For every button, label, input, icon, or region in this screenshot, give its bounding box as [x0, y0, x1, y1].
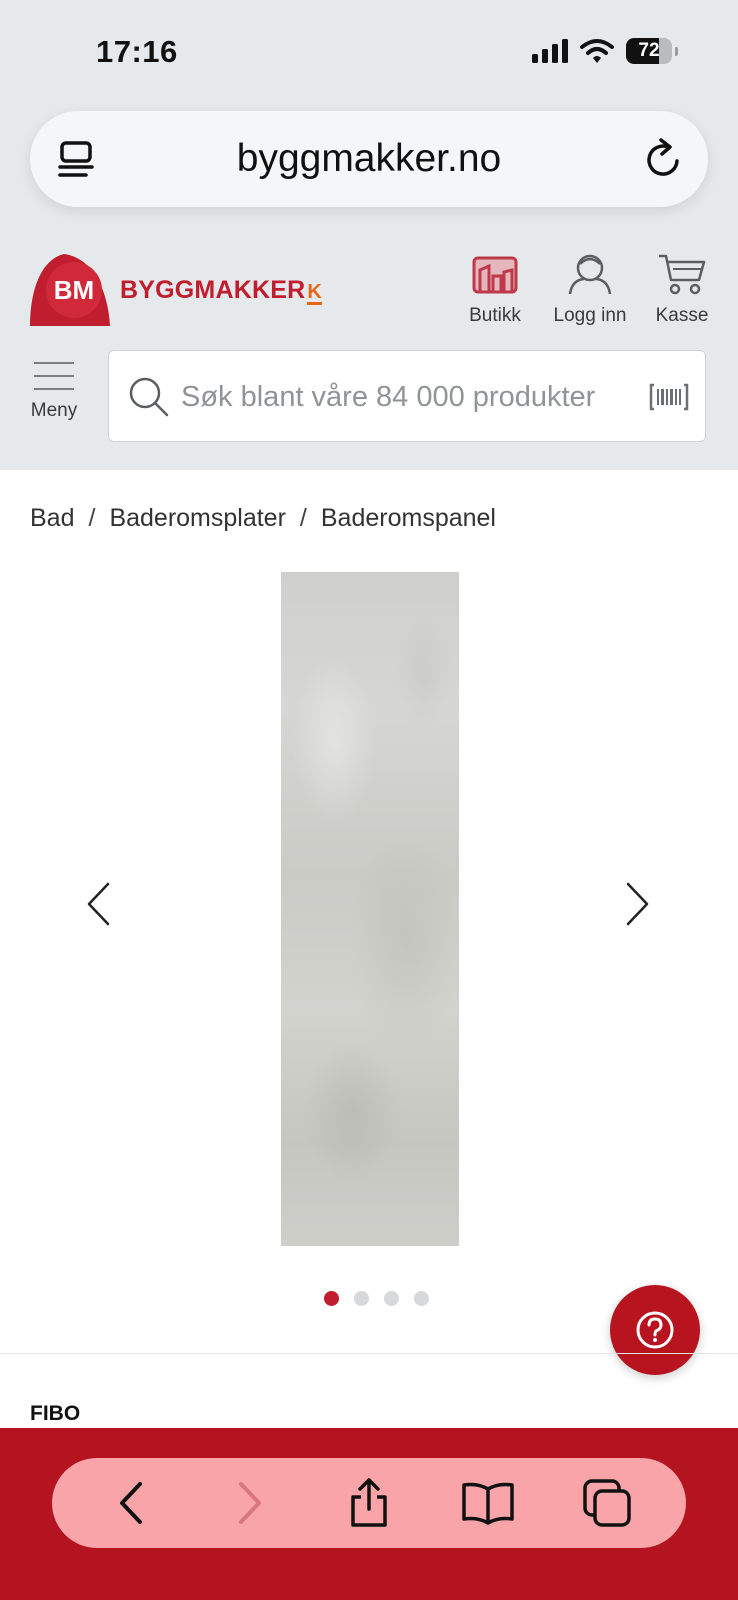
help-button[interactable] — [610, 1285, 700, 1375]
cart-icon — [659, 254, 706, 295]
logo-badge-text: BM — [54, 275, 94, 305]
reload-icon[interactable] — [644, 137, 684, 181]
cart-label: Kasse — [655, 305, 709, 326]
url-text[interactable]: byggmakker.no — [30, 137, 708, 181]
breadcrumb-item-baderomsplater[interactable]: Baderomsplater — [109, 504, 285, 533]
browser-toolbar-pill — [52, 1458, 686, 1548]
forward-button[interactable] — [215, 1468, 285, 1538]
breadcrumb-item-bad[interactable]: Bad — [30, 504, 74, 533]
status-icons: 72 — [532, 38, 678, 64]
forward-icon — [239, 1482, 262, 1524]
store-button[interactable]: Butikk — [450, 252, 540, 327]
breadcrumb-separator: / — [299, 504, 307, 532]
help-icon — [636, 1311, 674, 1349]
search-input[interactable]: Søk blant våre 84 000 produkter — [108, 350, 706, 442]
gallery-dot[interactable] — [414, 1291, 429, 1306]
byggmakker-logo[interactable]: BM BYGGMAKKER K — [28, 252, 322, 328]
menu-button[interactable]: Meny — [28, 362, 80, 422]
breadcrumb-separator: / — [88, 504, 96, 532]
store-label: Butikk — [469, 305, 521, 326]
section-divider — [0, 1353, 738, 1354]
product-image[interactable] — [281, 572, 459, 1246]
gallery-next-icon[interactable] — [624, 882, 650, 926]
book-icon — [462, 1482, 514, 1525]
logo-suffix: K — [307, 280, 322, 305]
gallery-dots — [324, 1291, 429, 1306]
tabs-icon — [582, 1479, 631, 1527]
product-brand[interactable]: FIBO — [30, 1402, 80, 1426]
login-label: Logg inn — [553, 305, 627, 326]
breadcrumb-item-baderomspanel[interactable]: Baderomspanel — [321, 504, 496, 533]
cart-button[interactable]: Kasse — [637, 252, 727, 327]
hamburger-icon — [28, 362, 80, 390]
browser-toolbar — [0, 1428, 738, 1600]
gallery-dot[interactable] — [384, 1291, 399, 1306]
search-icon — [129, 377, 169, 417]
back-button[interactable] — [96, 1468, 166, 1538]
battery-indicator: 72 — [626, 38, 672, 64]
gallery-dot[interactable] — [324, 1291, 339, 1306]
gallery-dot[interactable] — [354, 1291, 369, 1306]
status-time: 17:16 — [96, 34, 178, 69]
search-placeholder: Søk blant våre 84 000 produkter — [181, 381, 596, 413]
back-icon — [120, 1482, 143, 1524]
user-icon — [568, 254, 612, 295]
header-area: 17:16 72 byggmakker.no BM BYGGMAKKER K B… — [0, 0, 738, 470]
cellular-signal-icon — [532, 39, 568, 63]
store-icon — [472, 256, 518, 294]
gallery-previous-icon[interactable] — [86, 882, 112, 926]
wifi-icon — [580, 39, 614, 63]
address-bar[interactable]: byggmakker.no — [30, 111, 708, 207]
barcode-scanner-icon[interactable] — [649, 383, 689, 411]
battery-cap — [675, 46, 678, 56]
logo-name: BYGGMAKKER — [120, 275, 306, 304]
login-button[interactable]: Logg inn — [545, 252, 635, 327]
breadcrumb: Bad / Baderomsplater / Baderomspanel — [30, 504, 496, 533]
logo-wordmark: BYGGMAKKER K — [120, 276, 322, 305]
bookmarks-button[interactable] — [453, 1468, 523, 1538]
bm-logo-badge: BM — [30, 254, 110, 326]
battery-level: 72 — [638, 40, 660, 61]
share-button[interactable] — [334, 1468, 404, 1538]
tabs-button[interactable] — [572, 1468, 642, 1538]
menu-label: Meny — [30, 400, 78, 421]
share-icon — [351, 1478, 387, 1527]
